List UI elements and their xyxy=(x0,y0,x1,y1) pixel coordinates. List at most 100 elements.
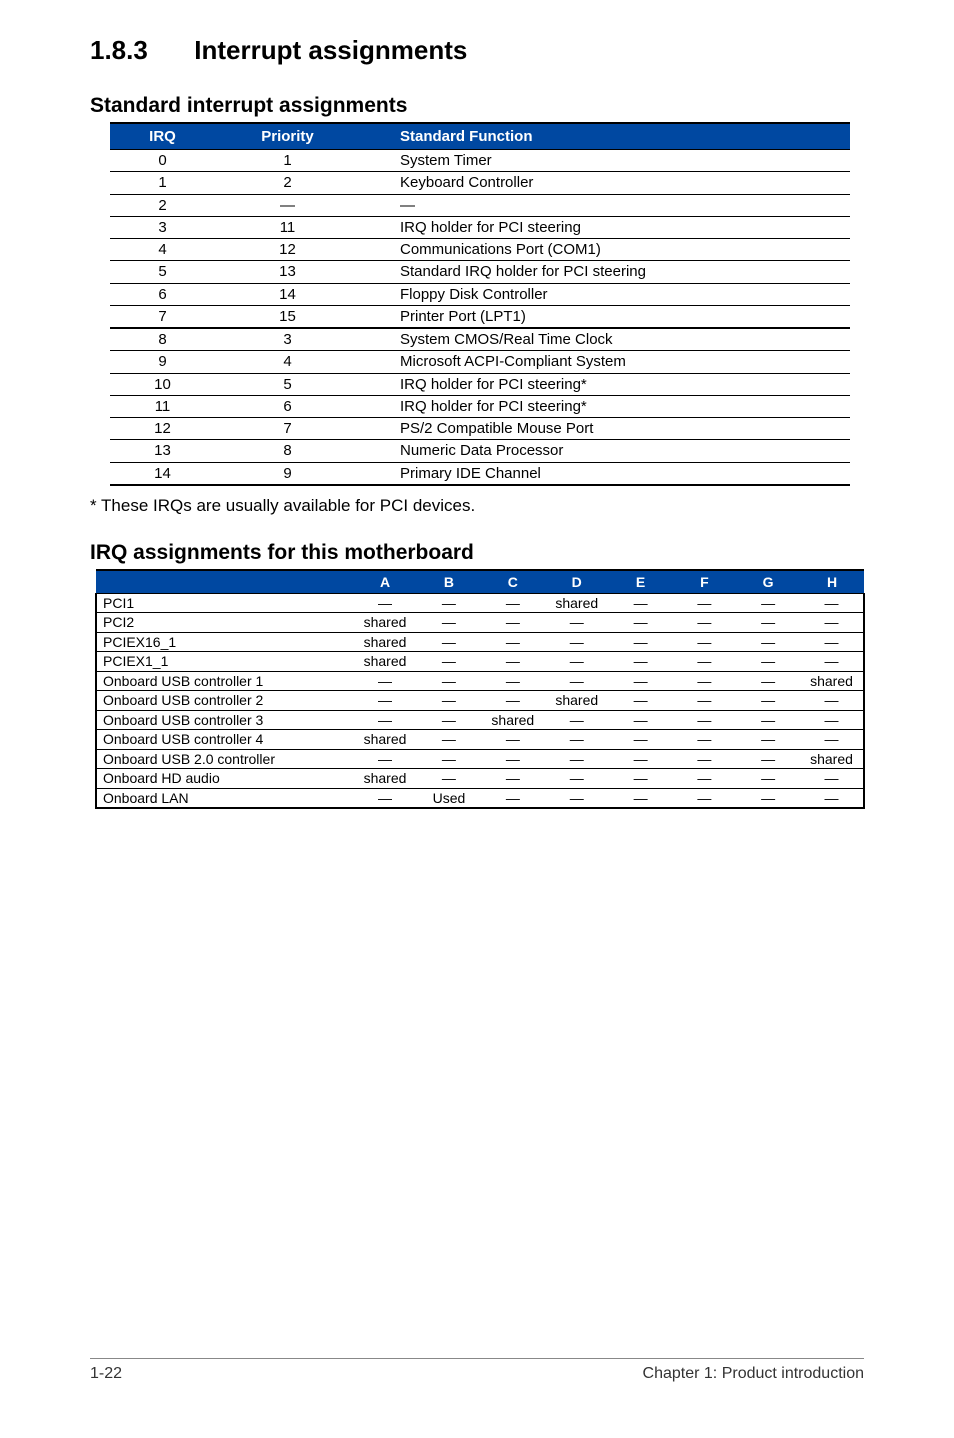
cell: shared xyxy=(481,710,545,730)
cell: — xyxy=(609,671,673,691)
cell: — xyxy=(545,671,609,691)
cell: — xyxy=(353,593,417,613)
cell: — xyxy=(609,593,673,613)
standard-interrupt-table: IRQ Priority Standard Function 01System … xyxy=(110,122,850,486)
page-footer: 1-22 Chapter 1: Product introduction xyxy=(90,1358,864,1383)
table-row: 116IRQ holder for PCI steering* xyxy=(110,395,850,417)
table-row: Onboard USB 2.0 controller———————shared xyxy=(96,749,864,769)
cell-priority: 9 xyxy=(215,462,360,485)
th-b: B xyxy=(417,570,481,594)
th-c: C xyxy=(481,570,545,594)
cell-function: Floppy Disk Controller xyxy=(360,283,850,305)
cell-irq: 4 xyxy=(110,239,215,261)
table-row: 127PS/2 Compatible Mouse Port xyxy=(110,418,850,440)
cell-priority: 6 xyxy=(215,395,360,417)
cell: — xyxy=(800,613,864,633)
cell-name: Onboard HD audio xyxy=(96,769,353,789)
cell: — xyxy=(736,749,800,769)
cell: — xyxy=(609,632,673,652)
cell: — xyxy=(481,652,545,672)
cell: — xyxy=(481,691,545,711)
cell-irq: 8 xyxy=(110,328,215,351)
cell: — xyxy=(800,691,864,711)
cell-function: Microsoft ACPI-Compliant System xyxy=(360,351,850,373)
cell: — xyxy=(800,652,864,672)
table-row: Onboard HD audioshared——————— xyxy=(96,769,864,789)
cell-function: Keyboard Controller xyxy=(360,172,850,194)
cell-name: Onboard USB controller 2 xyxy=(96,691,353,711)
cell-name: PCIEX16_1 xyxy=(96,632,353,652)
footnote-irq: * These IRQs are usually available for P… xyxy=(90,496,864,516)
cell: — xyxy=(353,710,417,730)
cell: shared xyxy=(353,769,417,789)
cell: — xyxy=(736,788,800,808)
section-heading: 1.8.3 Interrupt assignments xyxy=(90,35,864,66)
cell: — xyxy=(609,788,673,808)
cell: — xyxy=(736,652,800,672)
cell-name: Onboard USB controller 4 xyxy=(96,730,353,750)
table-row: 83System CMOS/Real Time Clock xyxy=(110,328,850,351)
cell-priority: 4 xyxy=(215,351,360,373)
cell: — xyxy=(736,710,800,730)
subheading-standard: Standard interrupt assignments xyxy=(90,94,864,118)
cell: shared xyxy=(545,593,609,613)
cell-priority: 13 xyxy=(215,261,360,283)
cell: — xyxy=(353,691,417,711)
cell: — xyxy=(545,769,609,789)
cell-name: PCI2 xyxy=(96,613,353,633)
table-row: 94Microsoft ACPI-Compliant System xyxy=(110,351,850,373)
th-d: D xyxy=(545,570,609,594)
cell: shared xyxy=(353,652,417,672)
table-row: 614Floppy Disk Controller xyxy=(110,283,850,305)
cell: — xyxy=(609,652,673,672)
cell-irq: 12 xyxy=(110,418,215,440)
cell: — xyxy=(481,671,545,691)
cell-irq: 11 xyxy=(110,395,215,417)
cell-irq: 14 xyxy=(110,462,215,485)
th-g: G xyxy=(736,570,800,594)
cell-function: Communications Port (COM1) xyxy=(360,239,850,261)
cell-name: Onboard LAN xyxy=(96,788,353,808)
table-row: Onboard USB controller 3——shared————— xyxy=(96,710,864,730)
table-row: 2—— xyxy=(110,194,850,216)
cell: — xyxy=(353,671,417,691)
table-row: Onboard LAN—Used—————— xyxy=(96,788,864,808)
cell-irq: 6 xyxy=(110,283,215,305)
table-header-row: IRQ Priority Standard Function xyxy=(110,123,850,150)
table-row: PCI2shared——————— xyxy=(96,613,864,633)
table-row: Onboard USB controller 4shared——————— xyxy=(96,730,864,750)
table-row: Onboard USB controller 2———shared———— xyxy=(96,691,864,711)
cell-function: Printer Port (LPT1) xyxy=(360,305,850,328)
cell: — xyxy=(481,632,545,652)
cell: — xyxy=(609,730,673,750)
cell: — xyxy=(736,593,800,613)
cell-priority: 5 xyxy=(215,373,360,395)
cell: — xyxy=(609,710,673,730)
cell-irq: 5 xyxy=(110,261,215,283)
cell-name: Onboard USB 2.0 controller xyxy=(96,749,353,769)
cell-function: IRQ holder for PCI steering* xyxy=(360,395,850,417)
cell: — xyxy=(545,613,609,633)
cell: — xyxy=(800,593,864,613)
table-row: 138Numeric Data Processor xyxy=(110,440,850,462)
th-e: E xyxy=(609,570,673,594)
cell: — xyxy=(609,749,673,769)
cell: — xyxy=(672,710,736,730)
cell: shared xyxy=(353,632,417,652)
table-row: 01System Timer xyxy=(110,150,850,172)
cell: shared xyxy=(353,730,417,750)
th-blank xyxy=(96,570,353,594)
cell: — xyxy=(800,788,864,808)
cell-priority: 11 xyxy=(215,216,360,238)
table-row: 12Keyboard Controller xyxy=(110,172,850,194)
cell: shared xyxy=(800,671,864,691)
cell: — xyxy=(417,749,481,769)
cell: Used xyxy=(417,788,481,808)
cell: — xyxy=(417,710,481,730)
cell-function: — xyxy=(360,194,850,216)
cell: — xyxy=(672,613,736,633)
cell-irq: 1 xyxy=(110,172,215,194)
cell: — xyxy=(417,691,481,711)
cell: — xyxy=(800,730,864,750)
page-number: 1-22 xyxy=(90,1365,122,1383)
